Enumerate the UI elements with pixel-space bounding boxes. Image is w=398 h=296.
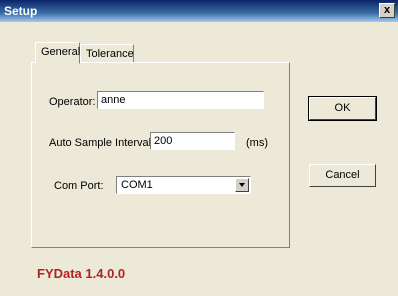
tab-tolerance[interactable]: Tolerance — [80, 44, 134, 64]
title-bar: Setup x — [0, 0, 398, 22]
general-tab-panel — [31, 62, 290, 248]
com-port-select[interactable]: COM1 — [116, 176, 251, 194]
operator-label: Operator: — [49, 96, 96, 108]
tab-general[interactable]: General — [35, 42, 80, 64]
operator-input[interactable]: anne — [97, 91, 264, 109]
close-button[interactable]: x — [379, 3, 395, 18]
com-port-label: Com Port: — [54, 180, 104, 192]
com-port-value: COM1 — [121, 179, 153, 191]
version-label: FYData 1.4.0.0 — [37, 266, 126, 281]
window-title: Setup — [4, 4, 38, 18]
chevron-down-icon[interactable] — [235, 178, 249, 192]
auto-sample-interval-input[interactable]: 200 — [150, 132, 235, 150]
cancel-button[interactable]: Cancel — [309, 164, 376, 187]
interval-unit-label: (ms) — [246, 137, 268, 149]
ok-button[interactable]: OK — [308, 96, 377, 121]
auto-sample-interval-label: Auto Sample Interval: — [49, 137, 155, 149]
